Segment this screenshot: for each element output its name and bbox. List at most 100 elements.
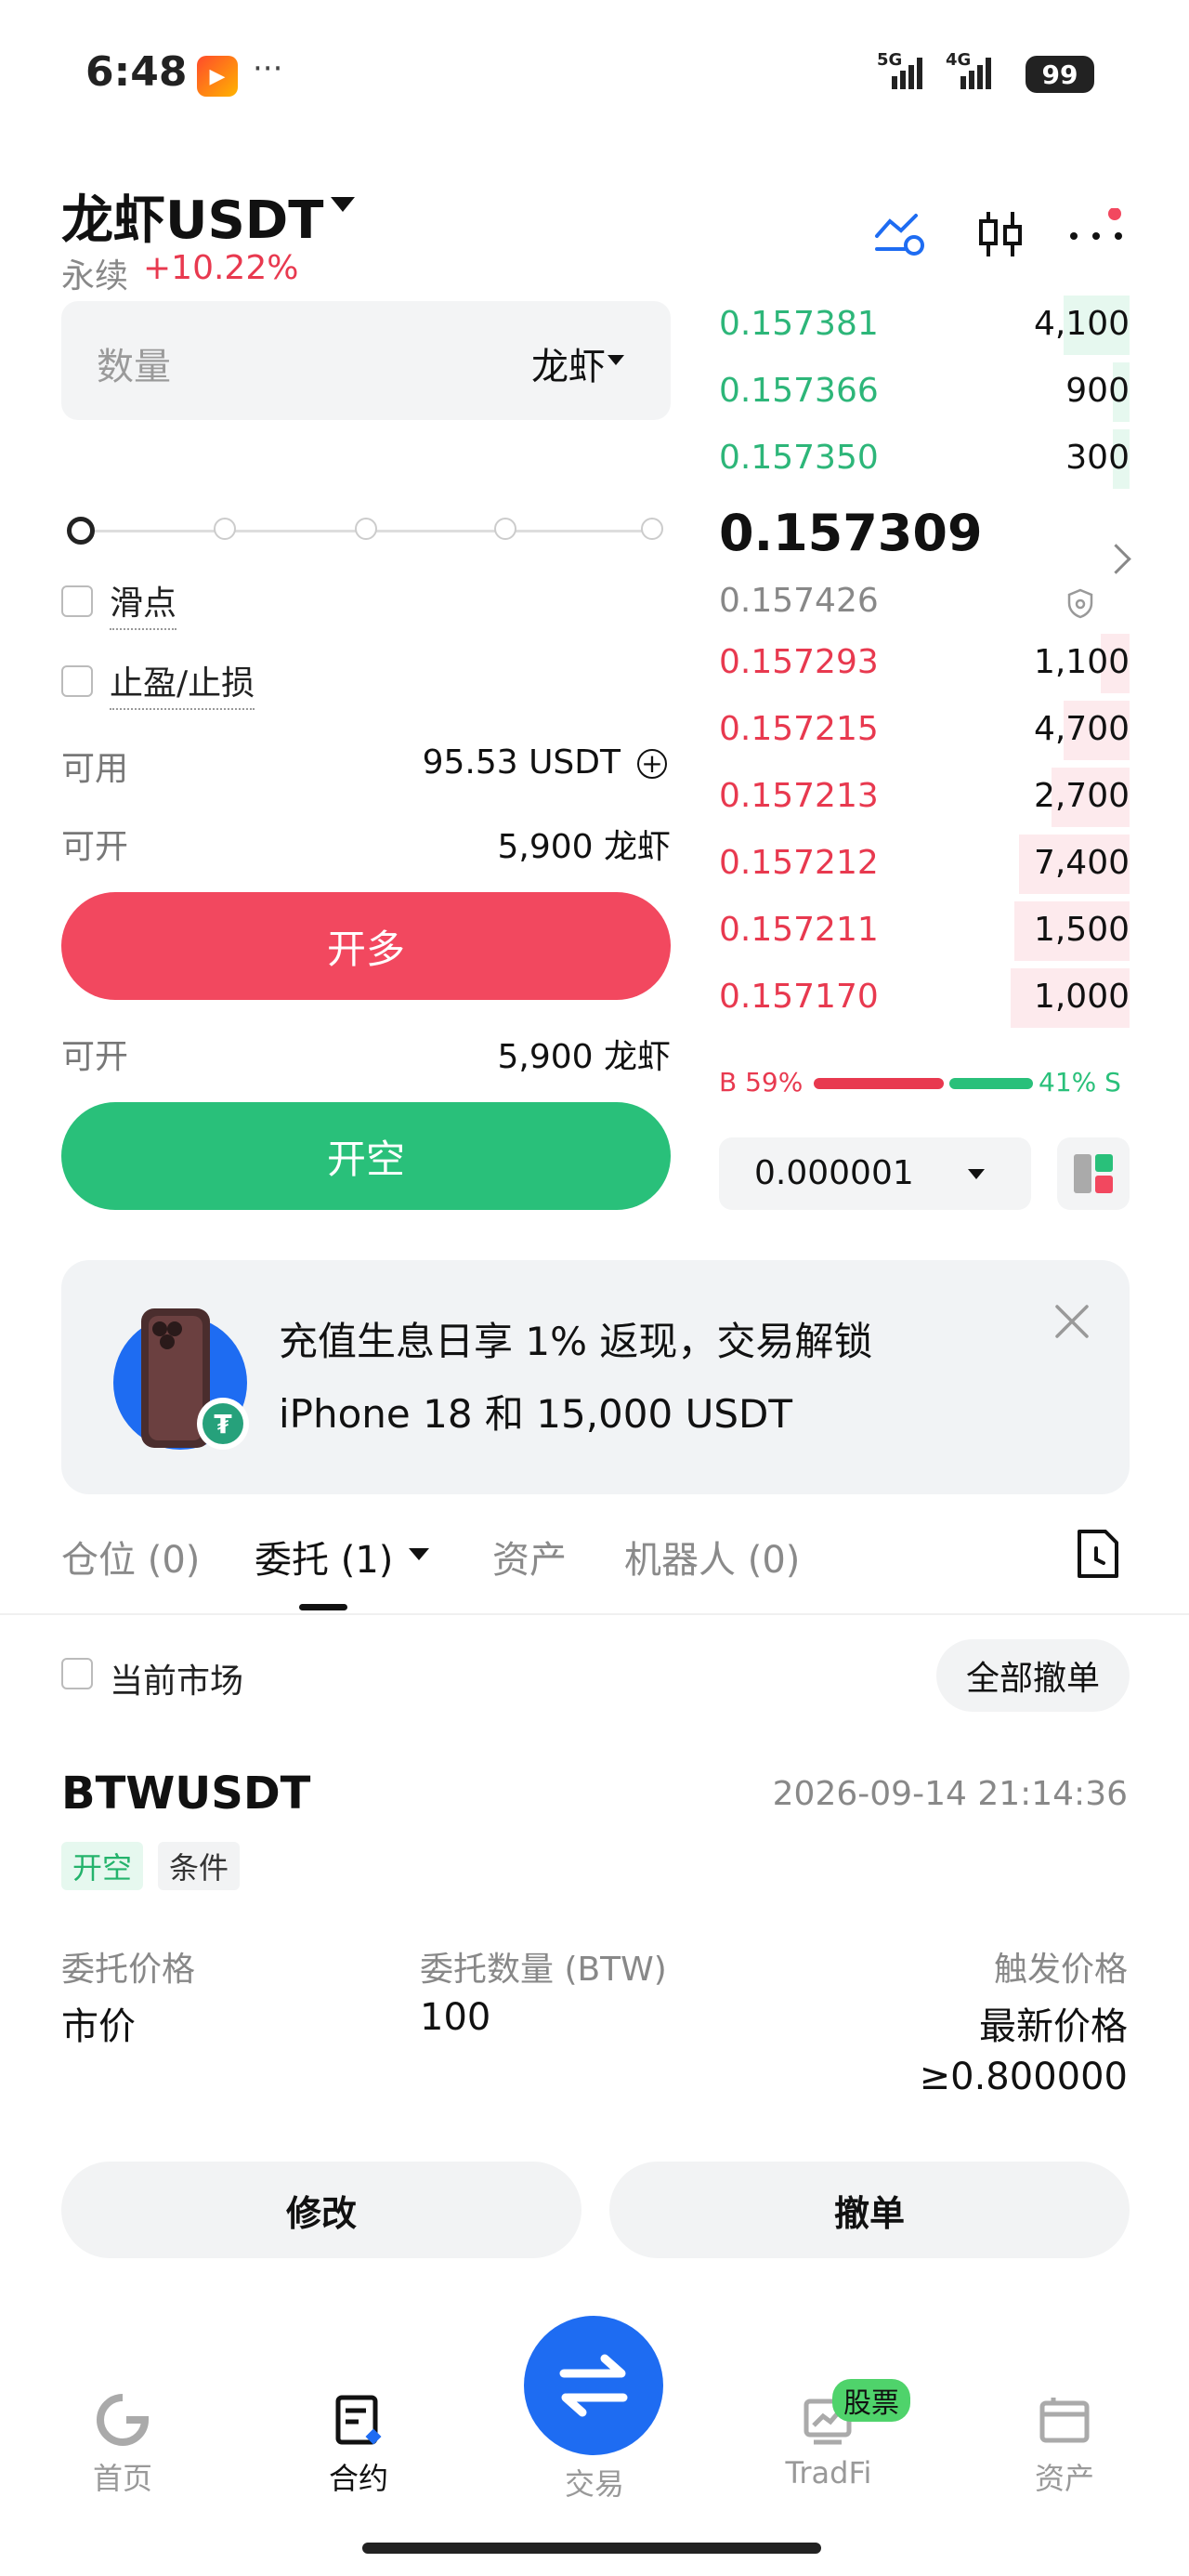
- sell-ratio: 41% S: [1039, 1067, 1121, 1097]
- svg-text:5G: 5G: [877, 50, 902, 70]
- swap-icon: [559, 2354, 628, 2417]
- order-symbol[interactable]: BTWUSDT: [61, 1768, 310, 1820]
- nav-trade-label[interactable]: 交易: [529, 2461, 660, 2504]
- svg-text:₮: ₮: [214, 1409, 232, 1439]
- slider-step-50[interactable]: [355, 518, 377, 540]
- chevron-right-icon[interactable]: [1101, 544, 1131, 574]
- home-indicator: [362, 2543, 821, 2554]
- shield-icon[interactable]: [1066, 587, 1094, 619]
- slider-step-25[interactable]: [214, 518, 236, 540]
- candlestick-icon[interactable]: [973, 208, 1029, 260]
- pair-title[interactable]: 龙虾USDT: [61, 178, 324, 254]
- chart-trend-icon[interactable]: [873, 208, 929, 260]
- open-short-button[interactable]: 开空: [61, 1102, 671, 1210]
- app-notification-icon: ▶: [197, 56, 238, 97]
- ask-row[interactable]: 0.157350 300: [719, 429, 1130, 489]
- bid-size: 4,700: [1033, 710, 1130, 748]
- tab-orders[interactable]: 委托 (1): [255, 1530, 393, 1584]
- ask-size: 4,100: [1033, 305, 1130, 343]
- pair-dropdown-icon[interactable]: [331, 197, 355, 212]
- stock-badge: 股票: [832, 2379, 910, 2422]
- slider-step-100[interactable]: [641, 518, 663, 540]
- banner-line-2: iPhone 18 和 15,000 USDT: [279, 1391, 792, 1437]
- can-open-long-label: 可开: [61, 828, 129, 866]
- precision-dropdown-icon: [968, 1169, 985, 1179]
- slider-thumb[interactable]: [67, 517, 95, 545]
- bid-row[interactable]: 0.157211 1,500: [719, 901, 1130, 961]
- transfer-add-icon[interactable]: +: [637, 749, 667, 779]
- quantity-unit-selector[interactable]: 龙虾: [531, 336, 606, 390]
- tpsl-checkbox[interactable]: [61, 665, 93, 697]
- available-label: 可用: [61, 750, 129, 788]
- current-market-label[interactable]: 当前市场: [110, 1654, 243, 1702]
- bid-price: 0.157212: [719, 844, 879, 882]
- bid-price: 0.157170: [719, 978, 879, 1016]
- quantity-placeholder: 数量: [97, 346, 171, 388]
- slippage-label[interactable]: 滑点: [110, 576, 177, 630]
- battery-indicator: 99: [1026, 56, 1094, 93]
- precision-value: 0.000001: [754, 1154, 914, 1192]
- nav-home[interactable]: 首页: [58, 2392, 188, 2498]
- signal-icon: 5G 4G: [877, 48, 1016, 100]
- nav-tradfi-label: TradFi: [785, 2455, 872, 2491]
- active-tab-indicator: [299, 1604, 347, 1610]
- can-open-short-value: 5,900 龙虾: [497, 1038, 671, 1076]
- nav-assets[interactable]: 资产: [1000, 2392, 1130, 2498]
- home-icon: [95, 2392, 150, 2448]
- tab-assets[interactable]: 资产: [492, 1530, 567, 1584]
- bid-price: 0.157215: [719, 710, 879, 748]
- order-price-label: 委托价格: [61, 1951, 196, 1989]
- ask-price: 0.157366: [719, 372, 879, 410]
- open-long-button[interactable]: 开多: [61, 892, 671, 1000]
- tabs-divider: [0, 1613, 1189, 1615]
- trade-button[interactable]: [524, 2316, 663, 2455]
- trigger-condition: ≥0.800000: [919, 2056, 1128, 2098]
- unit-dropdown-icon[interactable]: [608, 355, 624, 365]
- close-icon[interactable]: [1053, 1303, 1091, 1340]
- quantity-input[interactable]: 数量 龙虾: [61, 301, 671, 420]
- buy-ratio: B 59%: [719, 1067, 804, 1097]
- tab-bots[interactable]: 机器人 (0): [624, 1530, 800, 1584]
- nav-home-label: 首页: [92, 2461, 152, 2496]
- last-price[interactable]: 0.157309: [719, 504, 983, 562]
- bid-size: 1,500: [1033, 911, 1130, 949]
- current-market-checkbox[interactable]: [61, 1658, 93, 1689]
- price-change: +10.22%: [143, 249, 299, 287]
- cancel-order-button[interactable]: 撤单: [609, 2162, 1130, 2258]
- slider-step-75[interactable]: [494, 518, 516, 540]
- bid-row[interactable]: 0.157212 7,400: [719, 835, 1130, 894]
- orders-dropdown-icon[interactable]: [409, 1548, 429, 1560]
- bid-row[interactable]: 0.157293 1,100: [719, 634, 1130, 693]
- cancel-all-button[interactable]: 全部撤单: [936, 1639, 1130, 1712]
- bid-price: 0.157293: [719, 643, 879, 681]
- slippage-checkbox[interactable]: [61, 585, 93, 617]
- bid-price: 0.157213: [719, 777, 879, 815]
- bid-size: 1,000: [1033, 978, 1130, 1016]
- promo-banner[interactable]: ₮ 充值生息日享 1% 返现，交易解锁 iPhone 18 和 15,000 U…: [61, 1260, 1130, 1494]
- orderbook-layout-button[interactable]: [1057, 1137, 1130, 1210]
- bid-row[interactable]: 0.157170 1,000: [719, 968, 1130, 1028]
- trigger-price-value: 最新价格: [979, 2005, 1128, 2048]
- tpsl-label[interactable]: 止盈/止损: [110, 656, 255, 710]
- tab-positions[interactable]: 仓位 (0): [61, 1530, 200, 1584]
- ask-row[interactable]: 0.157366 900: [719, 362, 1130, 422]
- nav-futures-label: 合约: [328, 2461, 388, 2496]
- nav-assets-label: 资产: [1034, 2461, 1094, 2496]
- bid-size: 2,700: [1033, 777, 1130, 815]
- order-type-tag: 条件: [158, 1842, 241, 1890]
- more-menu-icon[interactable]: [1068, 207, 1124, 260]
- order-price-value: 市价: [61, 2005, 136, 2048]
- ask-size: 900: [1065, 372, 1130, 410]
- order-side-tag: 开空: [61, 1842, 144, 1890]
- precision-select[interactable]: 0.000001: [719, 1137, 1031, 1210]
- ask-row[interactable]: 0.157381 4,100: [719, 296, 1130, 355]
- available-value: 95.53 USDT: [422, 743, 621, 782]
- bid-row[interactable]: 0.157215 4,700: [719, 701, 1130, 760]
- layout-icon: [1074, 1154, 1113, 1193]
- bid-row[interactable]: 0.157213 2,700: [719, 768, 1130, 827]
- nav-futures[interactable]: 合约: [294, 2392, 424, 2498]
- order-history-icon[interactable]: [1074, 1528, 1120, 1580]
- modify-order-button[interactable]: 修改: [61, 2162, 581, 2258]
- svg-text:4G: 4G: [946, 50, 971, 70]
- order-time: 2026-09-14 21:14:36: [772, 1775, 1128, 1813]
